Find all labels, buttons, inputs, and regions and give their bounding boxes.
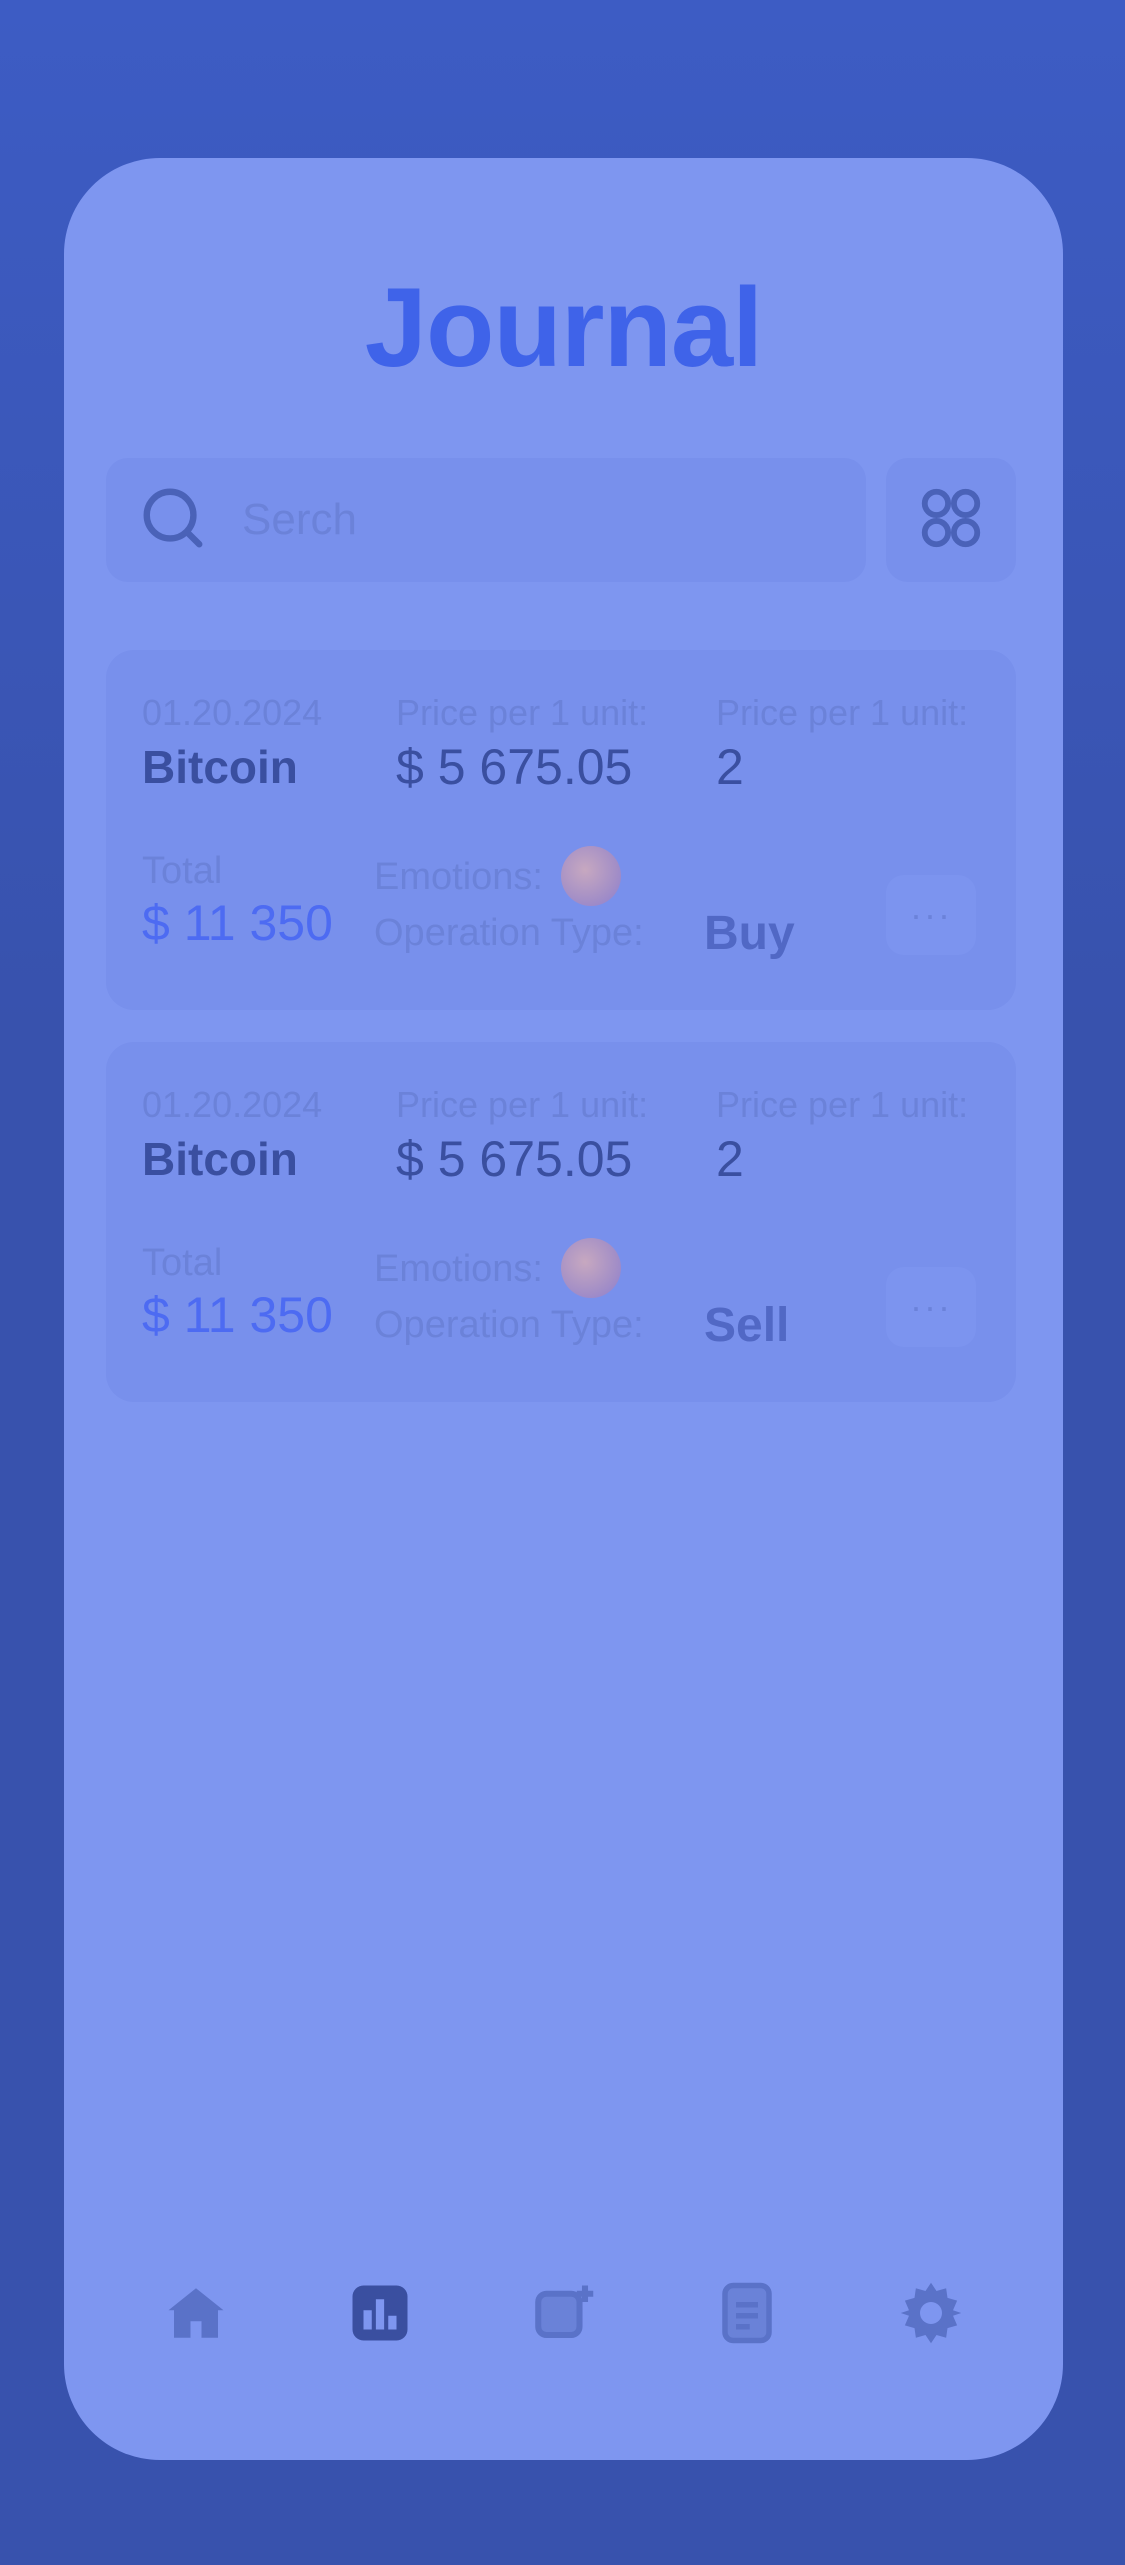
operation-type-value: Sell bbox=[704, 1299, 790, 1352]
search-icon bbox=[138, 483, 208, 558]
nav-add-note[interactable] bbox=[523, 2275, 603, 2355]
journal-entry-card[interactable]: 01.20.2024 Bitcoin Price per 1 unit: $ 5… bbox=[106, 650, 1016, 1010]
operation-type-label: Operation Type: bbox=[374, 1304, 644, 1346]
more-options-button[interactable]: ··· bbox=[886, 875, 976, 955]
total-value: $ 11 350 bbox=[142, 1287, 333, 1343]
operation-type-value: Buy bbox=[704, 907, 795, 960]
emotions-label: Emotions: bbox=[374, 1248, 543, 1290]
nav-journal[interactable] bbox=[340, 2275, 420, 2355]
quantity-value: 2 bbox=[716, 1131, 744, 1187]
more-options-button[interactable]: ··· bbox=[886, 1267, 976, 1347]
home-icon bbox=[163, 2280, 229, 2351]
quantity-label: Price per 1 unit: bbox=[716, 692, 969, 733]
price-value: $ 5 675.05 bbox=[396, 1131, 633, 1187]
emoji-icon bbox=[561, 1238, 621, 1298]
app-screen: Journal Serch 01.20.2024 Bitcoin Price p… bbox=[64, 158, 1063, 2460]
price-value: $ 5 675.05 bbox=[396, 739, 633, 795]
price-label: Price per 1 unit: bbox=[396, 692, 649, 733]
quantity-value: 2 bbox=[716, 739, 744, 795]
nav-home[interactable] bbox=[156, 2275, 236, 2355]
search-input[interactable]: Serch bbox=[242, 495, 357, 545]
total-value: $ 11 350 bbox=[142, 895, 333, 951]
emotions-label: Emotions: bbox=[374, 856, 543, 898]
entry-date: 01.20.2024 bbox=[142, 1084, 323, 1125]
bottom-navigation bbox=[64, 2200, 1063, 2460]
grid-icon bbox=[916, 483, 986, 558]
journal-entry-card[interactable]: 01.20.2024 Bitcoin Price per 1 unit: $ 5… bbox=[106, 1042, 1016, 1402]
add-note-icon bbox=[530, 2280, 596, 2351]
quantity-label: Price per 1 unit: bbox=[716, 1084, 969, 1125]
settings-icon bbox=[898, 2280, 964, 2351]
total-label: Total bbox=[142, 1242, 223, 1284]
entry-date: 01.20.2024 bbox=[142, 692, 323, 733]
operation-type-label: Operation Type: bbox=[374, 912, 644, 954]
emoji-icon bbox=[561, 846, 621, 906]
chart-icon bbox=[347, 2280, 413, 2351]
price-label: Price per 1 unit: bbox=[396, 1084, 649, 1125]
entry-asset: Bitcoin bbox=[142, 1133, 298, 1185]
total-label: Total bbox=[142, 850, 223, 892]
search-bar[interactable]: Serch bbox=[106, 458, 866, 582]
grid-view-button[interactable] bbox=[886, 458, 1016, 582]
nav-documents[interactable] bbox=[707, 2275, 787, 2355]
nav-settings[interactable] bbox=[891, 2275, 971, 2355]
document-icon bbox=[714, 2280, 780, 2351]
entry-asset: Bitcoin bbox=[142, 741, 298, 793]
page-title: Journal bbox=[364, 265, 764, 390]
